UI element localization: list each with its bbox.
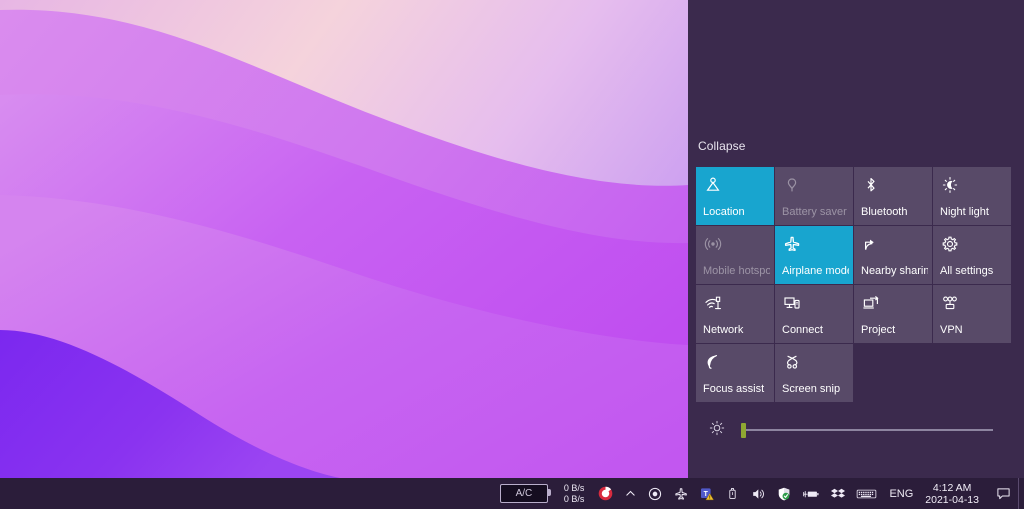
brightness-sun-icon (708, 419, 726, 442)
brightness-control (708, 415, 1008, 445)
moon-icon (703, 352, 767, 372)
tile-label: Project (861, 324, 896, 336)
teams-warning-icon[interactable]: T (694, 478, 720, 509)
quick-action-tile-location[interactable]: Location (696, 167, 774, 225)
tile-label: Bluetooth (861, 206, 908, 218)
tile-label: Night light (940, 206, 989, 218)
clock-date: 2021-04-13 (925, 493, 979, 506)
power-source-badge[interactable]: A/C (499, 484, 551, 503)
network-speed-monitor[interactable]: 0 B/s 0 B/s (550, 478, 593, 509)
quick-action-tile-focus-assist[interactable]: Focus assist (696, 344, 774, 402)
quick-action-tile-connect[interactable]: Connect (775, 285, 853, 343)
tile-label: Connect (782, 324, 823, 336)
location-pin-icon (703, 175, 767, 195)
tile-label: VPN (940, 324, 963, 336)
desktop-wallpaper[interactable] (0, 0, 688, 478)
brightness-slider[interactable] (741, 422, 993, 438)
clock[interactable]: 4:12 AM 2021-04-13 (920, 478, 988, 509)
network-wifi-icon (703, 293, 767, 313)
clock-time: 4:12 AM (932, 481, 972, 494)
quick-action-tile-mobile-hotspot[interactable]: Mobile hotspot (696, 226, 774, 284)
quick-action-tile-night-light[interactable]: Night light (933, 167, 1011, 225)
night-light-icon (940, 175, 1004, 195)
language-label: ENG (889, 487, 914, 500)
record-circle-icon[interactable] (642, 478, 668, 509)
quick-action-tile-vpn[interactable]: VPN (933, 285, 1011, 343)
quick-action-tile-project[interactable]: Project (854, 285, 932, 343)
tile-label: Mobile hotspot (703, 265, 770, 277)
usb-eject-icon[interactable] (720, 478, 745, 509)
volume-icon[interactable] (745, 478, 771, 509)
quick-action-tile-screen-snip[interactable]: Screen snip (775, 344, 853, 402)
tile-label: Battery saver (782, 206, 847, 218)
quick-actions-grid: Location Battery saver Bluetooth Night l… (696, 167, 1018, 402)
battery-plug-icon[interactable] (797, 478, 825, 509)
notification-speech-bubble-icon[interactable] (988, 478, 1018, 509)
network-download-speed: 0 B/s (563, 493, 585, 504)
vpn-icon (940, 293, 1004, 313)
tile-label: Nearby sharing (861, 265, 928, 277)
quick-action-tile-network[interactable]: Network (696, 285, 774, 343)
collapse-button[interactable]: Collapse (698, 139, 746, 153)
brightness-slider-track (741, 429, 993, 431)
airplane-tray-icon[interactable] (668, 478, 694, 509)
tile-label: Location (703, 206, 745, 218)
project-icon (861, 293, 925, 313)
connect-icon (782, 293, 846, 313)
show-hidden-icons-chevron[interactable] (619, 478, 642, 509)
airplane-icon (782, 234, 846, 254)
taskbar: A/C 0 B/s 0 B/s T ENG 4:12 AM 2021-04-13 (0, 478, 1024, 509)
quick-action-tile-battery-saver[interactable]: Battery saver (775, 167, 853, 225)
windows-security-shield-icon[interactable] (771, 478, 797, 509)
tile-label: All settings (940, 265, 994, 277)
quick-action-tile-nearby-sharing[interactable]: Nearby sharing (854, 226, 932, 284)
wallpaper-art (0, 0, 688, 478)
tile-label: Screen snip (782, 383, 841, 395)
dropbox-icon[interactable] (825, 478, 851, 509)
mobile-hotspot-icon (703, 234, 767, 254)
screen-snip-icon (782, 352, 846, 372)
system-tray: A/C 0 B/s 0 B/s T ENG 4:12 AM 2021-04-13 (499, 478, 1024, 509)
action-center-panel: Collapse Location Battery saver Bluetoot… (688, 0, 1024, 478)
power-source-label: A/C (515, 488, 533, 499)
network-upload-speed: 0 B/s (563, 482, 585, 493)
tile-label: Focus assist (703, 383, 765, 395)
keyboard-icon[interactable] (851, 478, 882, 509)
show-desktop-button[interactable] (1018, 478, 1024, 509)
app-circle-icon[interactable] (592, 478, 619, 509)
tile-label: Network (703, 324, 744, 336)
tile-label: Airplane mode (782, 265, 849, 277)
quick-action-tile-all-settings[interactable]: All settings (933, 226, 1011, 284)
language-indicator[interactable]: ENG (882, 478, 920, 509)
nearby-sharing-icon (861, 234, 925, 254)
battery-saver-icon (782, 175, 846, 195)
quick-action-tile-bluetooth[interactable]: Bluetooth (854, 167, 932, 225)
brightness-slider-thumb[interactable] (741, 422, 746, 438)
gear-icon (940, 234, 1004, 254)
screen: Collapse Location Battery saver Bluetoot… (0, 0, 1024, 509)
bluetooth-icon (861, 175, 925, 195)
quick-action-tile-airplane-mode[interactable]: Airplane mode (775, 226, 853, 284)
